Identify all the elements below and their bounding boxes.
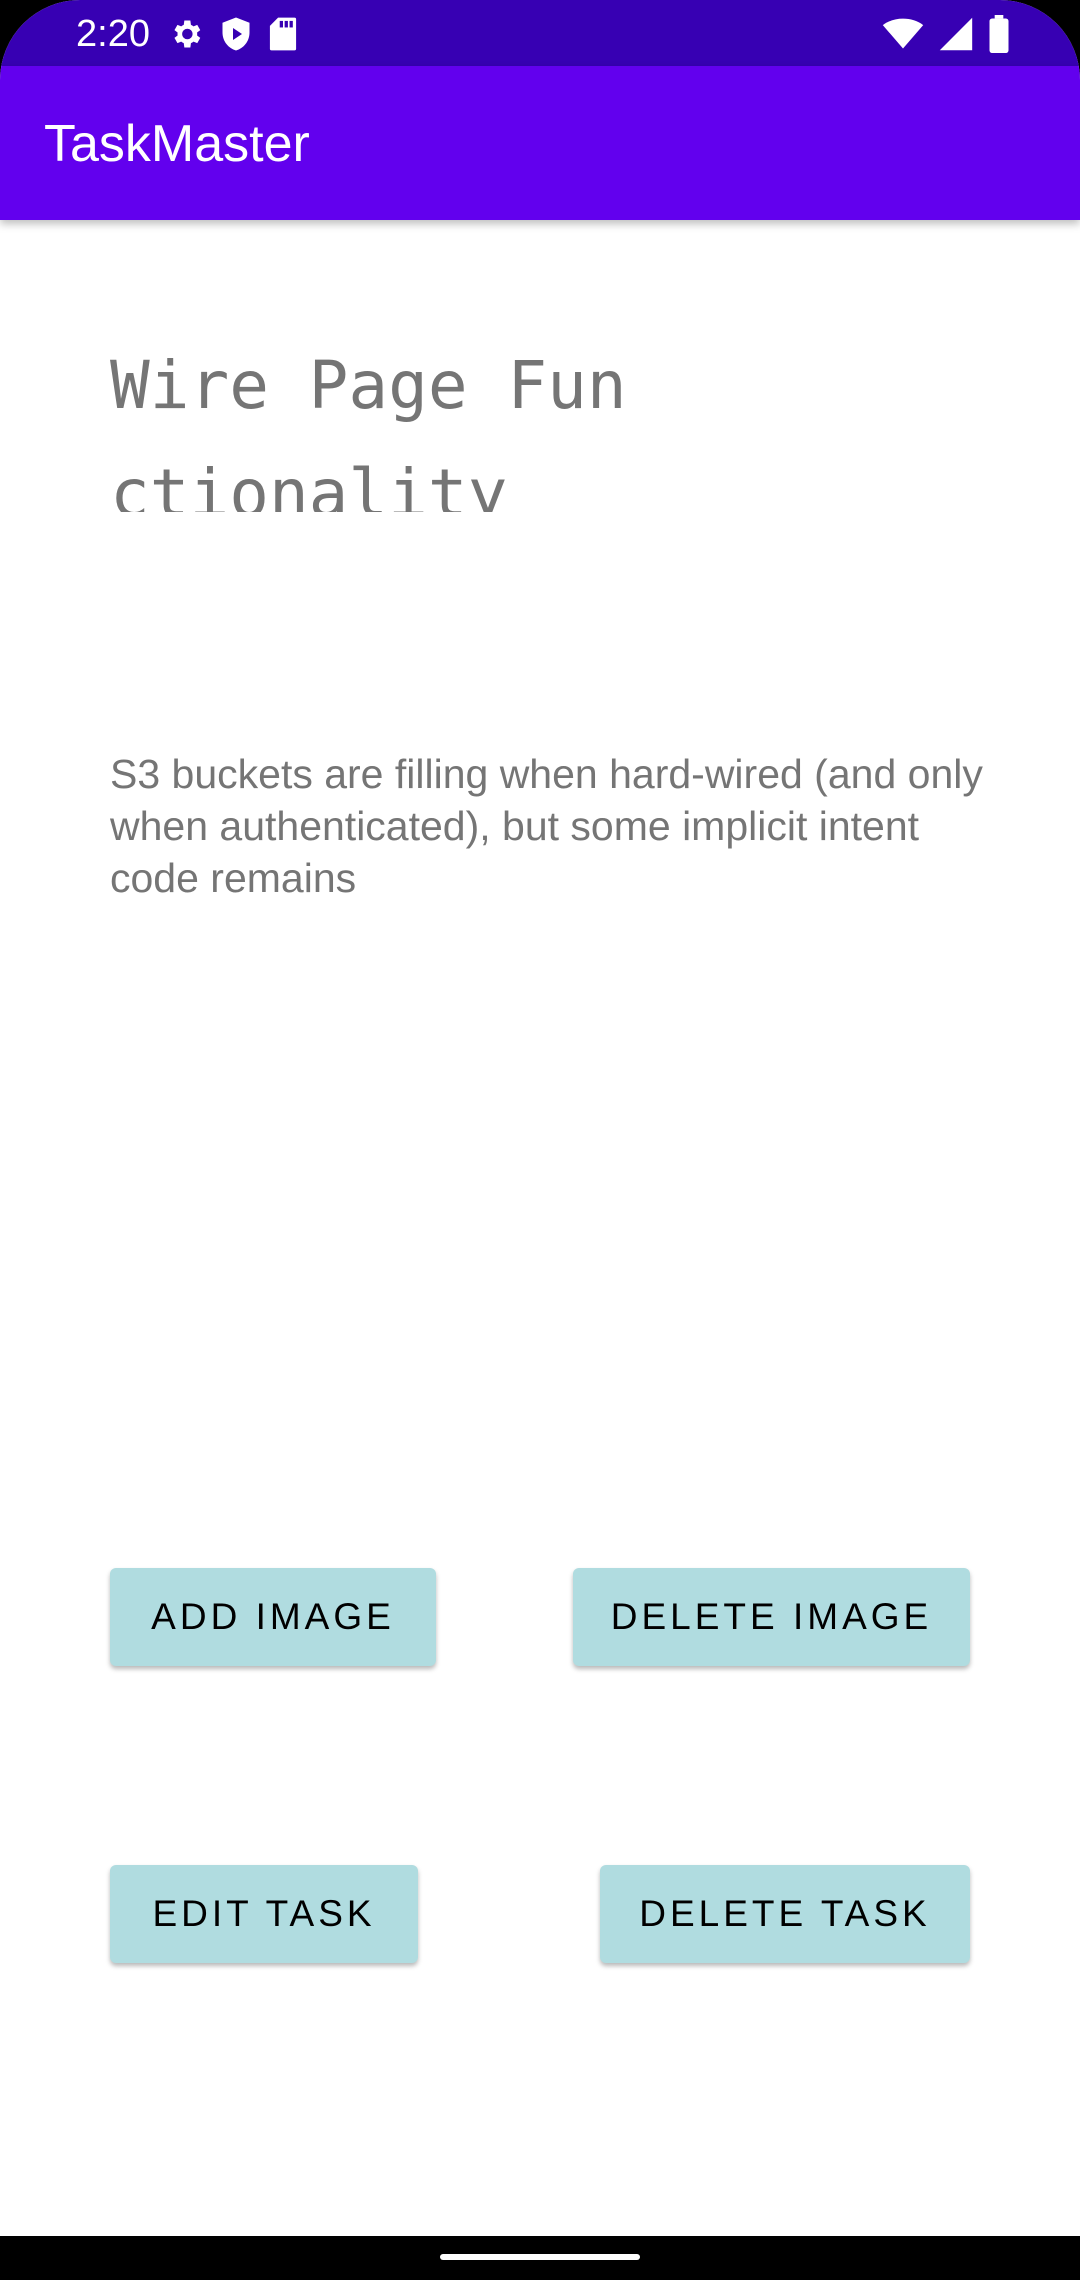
task-title-container: Wire Page Functionality: [110, 332, 650, 512]
gear-icon: [174, 20, 201, 48]
status-icons-right: [882, 14, 1010, 54]
edit-task-button[interactable]: EDIT TASK: [110, 1865, 418, 1963]
cell-signal-icon: [939, 17, 973, 51]
delete-task-button[interactable]: DELETE TASK: [600, 1865, 970, 1963]
status-bar: 2:20: [0, 0, 1080, 66]
app-screen: 2:20 TaskMaster Wire Page Functionality …: [0, 0, 1080, 2280]
delete-image-button[interactable]: DELETE IMAGE: [573, 1568, 970, 1666]
add-image-button[interactable]: ADD IMAGE: [110, 1568, 436, 1666]
app-bar: TaskMaster: [0, 66, 1080, 220]
wifi-icon: [882, 18, 924, 49]
app-title: TaskMaster: [44, 115, 310, 173]
battery-icon: [989, 15, 1009, 53]
home-gesture-handle[interactable]: [440, 2254, 640, 2260]
task-description: S3 buckets are filling when hard-wired (…: [110, 751, 983, 901]
shield-play-icon: [222, 17, 250, 51]
status-time: 2:20: [76, 13, 150, 55]
task-title: Wire Page Functionality: [110, 347, 627, 512]
sd-card-icon: [269, 17, 297, 51]
status-icons-left: [168, 14, 298, 54]
